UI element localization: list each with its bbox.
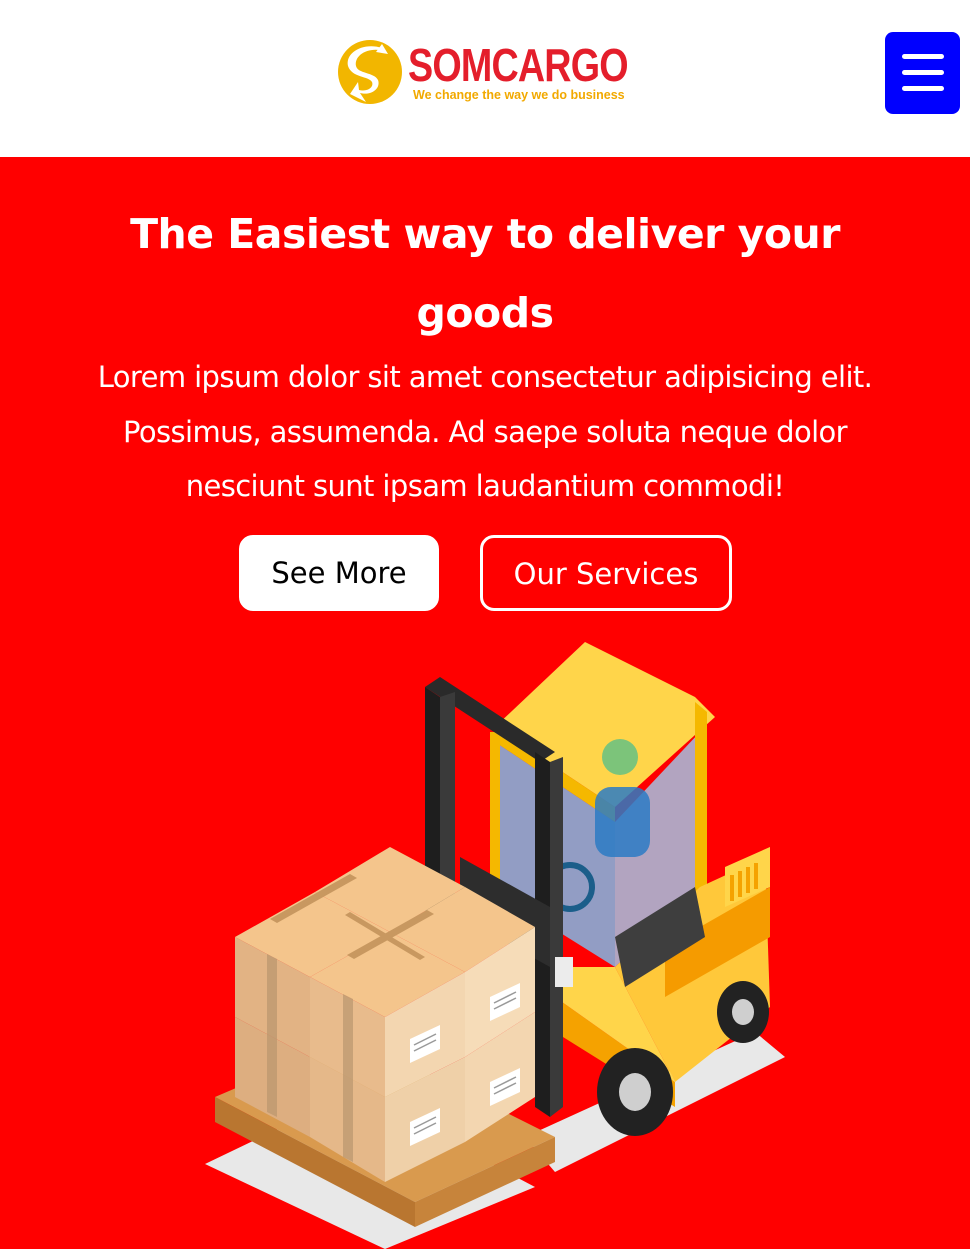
brand-name: SOMCARGO: [408, 39, 629, 91]
hero-section: The Easiest way to deliver your goods Lo…: [0, 157, 970, 1249]
our-services-button[interactable]: Our Services: [480, 535, 732, 611]
page: SOMCARGO We change the way we do busines…: [0, 0, 970, 1249]
logo-mark-icon: [338, 40, 402, 104]
site-header: SOMCARGO We change the way we do busines…: [0, 0, 970, 157]
brand-tagline: We change the way we do business: [413, 88, 625, 102]
hero-title: The Easiest way to deliver your goods: [130, 210, 840, 337]
see-more-button[interactable]: See More: [239, 535, 439, 611]
menu-button[interactable]: [885, 32, 960, 114]
logo[interactable]: SOMCARGO We change the way we do busines…: [336, 38, 636, 108]
hero-description: Lorem ipsum dolor sit amet consectetur a…: [97, 360, 873, 503]
forklift-illustration: [205, 642, 785, 1249]
